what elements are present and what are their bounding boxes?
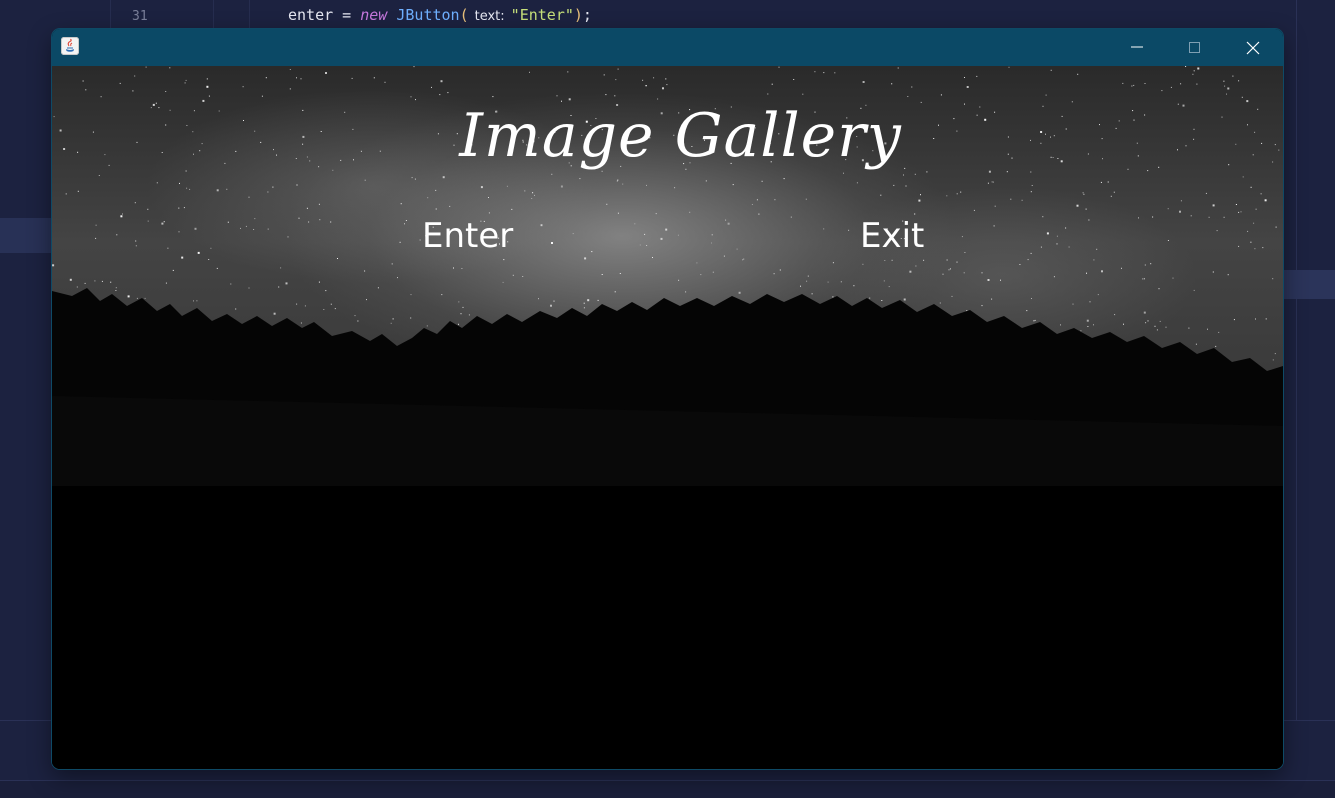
java-icon[interactable] (61, 37, 79, 55)
line-number: 31 (132, 9, 148, 24)
code-token-semicolon: ; (582, 6, 592, 24)
code-token-string: "Enter" (510, 6, 574, 24)
status-bar (0, 780, 1335, 798)
tree-silhouette (52, 288, 1283, 769)
close-button[interactable] (1224, 29, 1282, 66)
title-bar[interactable] (52, 29, 1283, 66)
maximize-icon (1189, 42, 1200, 53)
gallery-title: Image Gallery (459, 101, 902, 171)
maximize-button[interactable] (1166, 29, 1224, 66)
code-token-var: enter (288, 6, 334, 24)
minimize-button[interactable] (1108, 29, 1166, 66)
code-line[interactable]: enter = new JButton( text: "Enter"); (288, 6, 592, 24)
code-token-eq: = (333, 6, 361, 24)
code-token-paren: ( (459, 6, 469, 24)
editor-right-border (1296, 0, 1297, 720)
editor-highlight (0, 218, 52, 253)
parameter-hint: text: (474, 9, 505, 24)
minimize-icon (1131, 46, 1143, 48)
editor-highlight (1284, 270, 1335, 299)
gallery-background: Image Gallery Enter Exit (52, 66, 1283, 769)
code-token-keyword: new (360, 6, 388, 24)
app-window: Image Gallery Enter Exit (52, 29, 1283, 769)
code-token-paren: ) (573, 6, 583, 24)
close-icon (1246, 41, 1260, 55)
enter-button[interactable]: Enter (422, 214, 513, 258)
exit-button[interactable]: Exit (860, 214, 924, 258)
code-token-class: JButton (396, 6, 460, 24)
code-row: 31 enter = new JButton( text: "Enter"); (0, 0, 1335, 32)
